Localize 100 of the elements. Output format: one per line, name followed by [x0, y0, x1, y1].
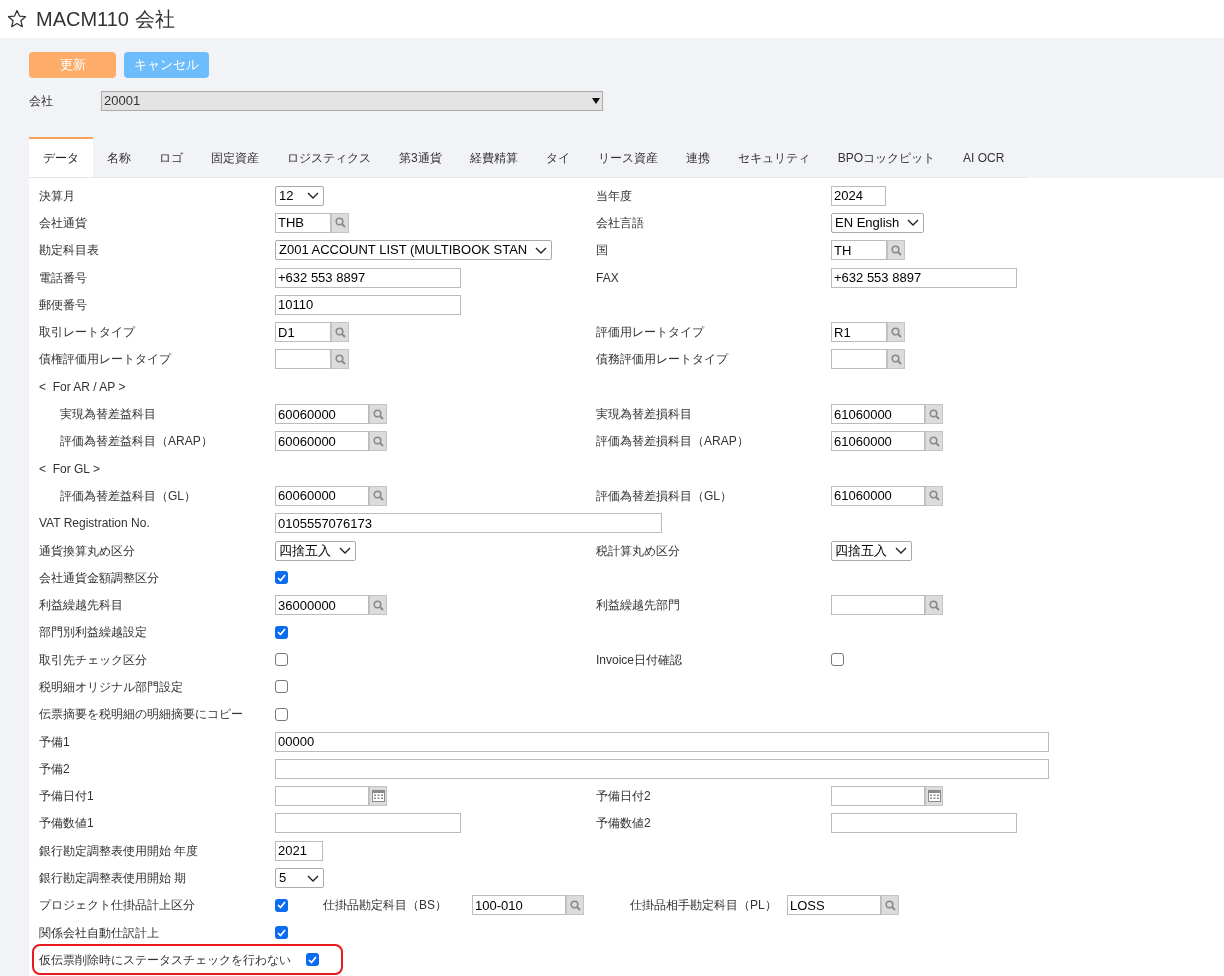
tab[interactable]: タイ — [531, 137, 584, 177]
search-icon — [928, 435, 940, 447]
search-button[interactable] — [369, 595, 387, 616]
checkbox[interactable] — [275, 571, 288, 585]
field-label: 当年度 — [596, 187, 632, 205]
field-label: プロジェクト仕掛品計上区分 — [39, 897, 195, 915]
field-label: 銀行勘定調整表使用開始 年度 — [39, 842, 199, 860]
tab[interactable]: BPOコックピット — [823, 137, 950, 177]
search-icon — [372, 599, 384, 611]
field-label: 国 — [596, 242, 608, 260]
text-field[interactable] — [275, 813, 461, 834]
lookup-field[interactable]: 61060000 — [831, 431, 925, 452]
lookup-field[interactable]: 36000000 — [275, 595, 369, 616]
lookup-field[interactable] — [275, 349, 331, 370]
field-label: 銀行勘定調整表使用開始 期 — [39, 870, 187, 888]
lookup-field[interactable]: 60060000 — [275, 431, 369, 452]
lookup-field[interactable]: 60060000 — [275, 485, 369, 506]
dropdown[interactable]: 四捨五入 — [275, 540, 356, 561]
field-label: 勘定科目表 — [39, 242, 99, 260]
checkbox[interactable] — [306, 953, 319, 967]
search-icon — [928, 408, 940, 420]
lookup-field[interactable]: THB — [275, 212, 331, 233]
lookup-field[interactable] — [275, 786, 369, 807]
text-field[interactable]: 10110 — [275, 294, 461, 315]
search-button[interactable] — [331, 322, 349, 343]
tab[interactable]: AI OCR — [949, 137, 1019, 177]
lookup-field[interactable]: TH — [831, 240, 887, 261]
calendar-button[interactable] — [925, 786, 943, 807]
lookup-field[interactable]: 100-010 — [472, 895, 566, 916]
field-label: FAX — [596, 269, 619, 287]
dropdown[interactable]: 12 — [275, 185, 324, 206]
search-icon — [372, 435, 384, 447]
lookup-field[interactable]: D1 — [275, 322, 331, 343]
text-field[interactable] — [831, 813, 1017, 834]
text-field[interactable]: 0105557076173 — [275, 513, 662, 534]
text-field[interactable]: 2021 — [275, 840, 323, 861]
search-button[interactable] — [925, 595, 943, 616]
lookup-field[interactable]: LOSS — [787, 895, 881, 916]
tab[interactable]: ロゴ — [145, 137, 197, 177]
search-button[interactable] — [369, 431, 387, 452]
tab[interactable]: データ — [29, 137, 93, 177]
text-field[interactable]: +632 553 8897 — [275, 267, 461, 288]
tab[interactable]: 名称 — [93, 137, 145, 177]
star-icon[interactable] — [7, 9, 27, 29]
chevron-down-icon — [307, 874, 319, 882]
lookup-field[interactable]: 61060000 — [831, 404, 925, 424]
dropdown[interactable]: Z001 ACCOUNT LIST (MULTIBOOK STAN — [275, 240, 553, 261]
lookup-field[interactable]: R1 — [831, 322, 887, 343]
lookup-field[interactable]: 60060000 — [275, 404, 369, 424]
search-button[interactable] — [925, 485, 943, 506]
checkbox[interactable] — [275, 653, 288, 667]
page-title: MACM110 会社 — [36, 7, 175, 32]
search-button[interactable] — [925, 404, 943, 424]
search-button[interactable] — [887, 349, 905, 370]
field-label: 予備数値2 — [596, 815, 651, 833]
lookup-field[interactable]: 61060000 — [831, 485, 925, 506]
field-label: 債務評価用レートタイプ — [596, 351, 728, 369]
lookup-field[interactable] — [831, 349, 887, 370]
tab[interactable]: ロジスティクス — [273, 137, 385, 177]
search-button[interactable] — [369, 485, 387, 506]
tab[interactable]: 経費精算 — [455, 137, 532, 177]
field-label: 取引レートタイプ — [39, 324, 135, 342]
field-label: 評価為替差益科目（GL） — [60, 487, 196, 505]
text-field[interactable]: 2024 — [831, 185, 886, 206]
search-button[interactable] — [566, 895, 584, 916]
checkbox[interactable] — [275, 898, 288, 912]
search-button[interactable] — [887, 240, 905, 261]
dropdown[interactable]: EN English — [831, 212, 925, 233]
checkbox[interactable] — [275, 680, 288, 694]
search-button[interactable] — [925, 431, 943, 452]
checkbox[interactable] — [275, 926, 288, 940]
lookup-field[interactable] — [831, 595, 925, 616]
field-label: < For AR / AP > — [39, 378, 126, 396]
search-button[interactable] — [881, 895, 899, 916]
dropdown[interactable]: 四捨五入 — [831, 540, 912, 561]
calendar-button[interactable] — [369, 786, 387, 807]
search-button[interactable] — [331, 212, 349, 233]
search-icon — [884, 899, 896, 911]
text-field[interactable] — [275, 758, 1049, 779]
lookup-field[interactable] — [831, 786, 925, 807]
tab[interactable]: 連携 — [671, 137, 724, 177]
company-select[interactable]: 20001 — [101, 91, 603, 111]
checkbox[interactable] — [275, 707, 288, 721]
tab[interactable]: リース資産 — [583, 137, 672, 177]
tab[interactable]: 第3通貨 — [385, 137, 456, 177]
field-label: 予備日付2 — [596, 788, 651, 806]
checkbox[interactable] — [831, 653, 844, 667]
dropdown[interactable]: 5 — [275, 868, 324, 889]
tab[interactable]: セキュリティ — [723, 137, 824, 177]
search-button[interactable] — [369, 404, 387, 424]
text-field[interactable]: +632 553 8897 — [831, 267, 1017, 288]
field-label: 実現為替差損科目 — [596, 406, 692, 423]
search-button[interactable] — [331, 349, 349, 370]
tab[interactable]: 固定資産 — [197, 137, 273, 177]
text-field[interactable]: 00000 — [275, 731, 1049, 752]
checkbox[interactable] — [275, 625, 288, 639]
search-icon — [569, 899, 581, 911]
field-label: 会社 — [29, 93, 54, 110]
field-label: 実現為替差益科目 — [60, 406, 156, 423]
search-button[interactable] — [887, 322, 905, 343]
